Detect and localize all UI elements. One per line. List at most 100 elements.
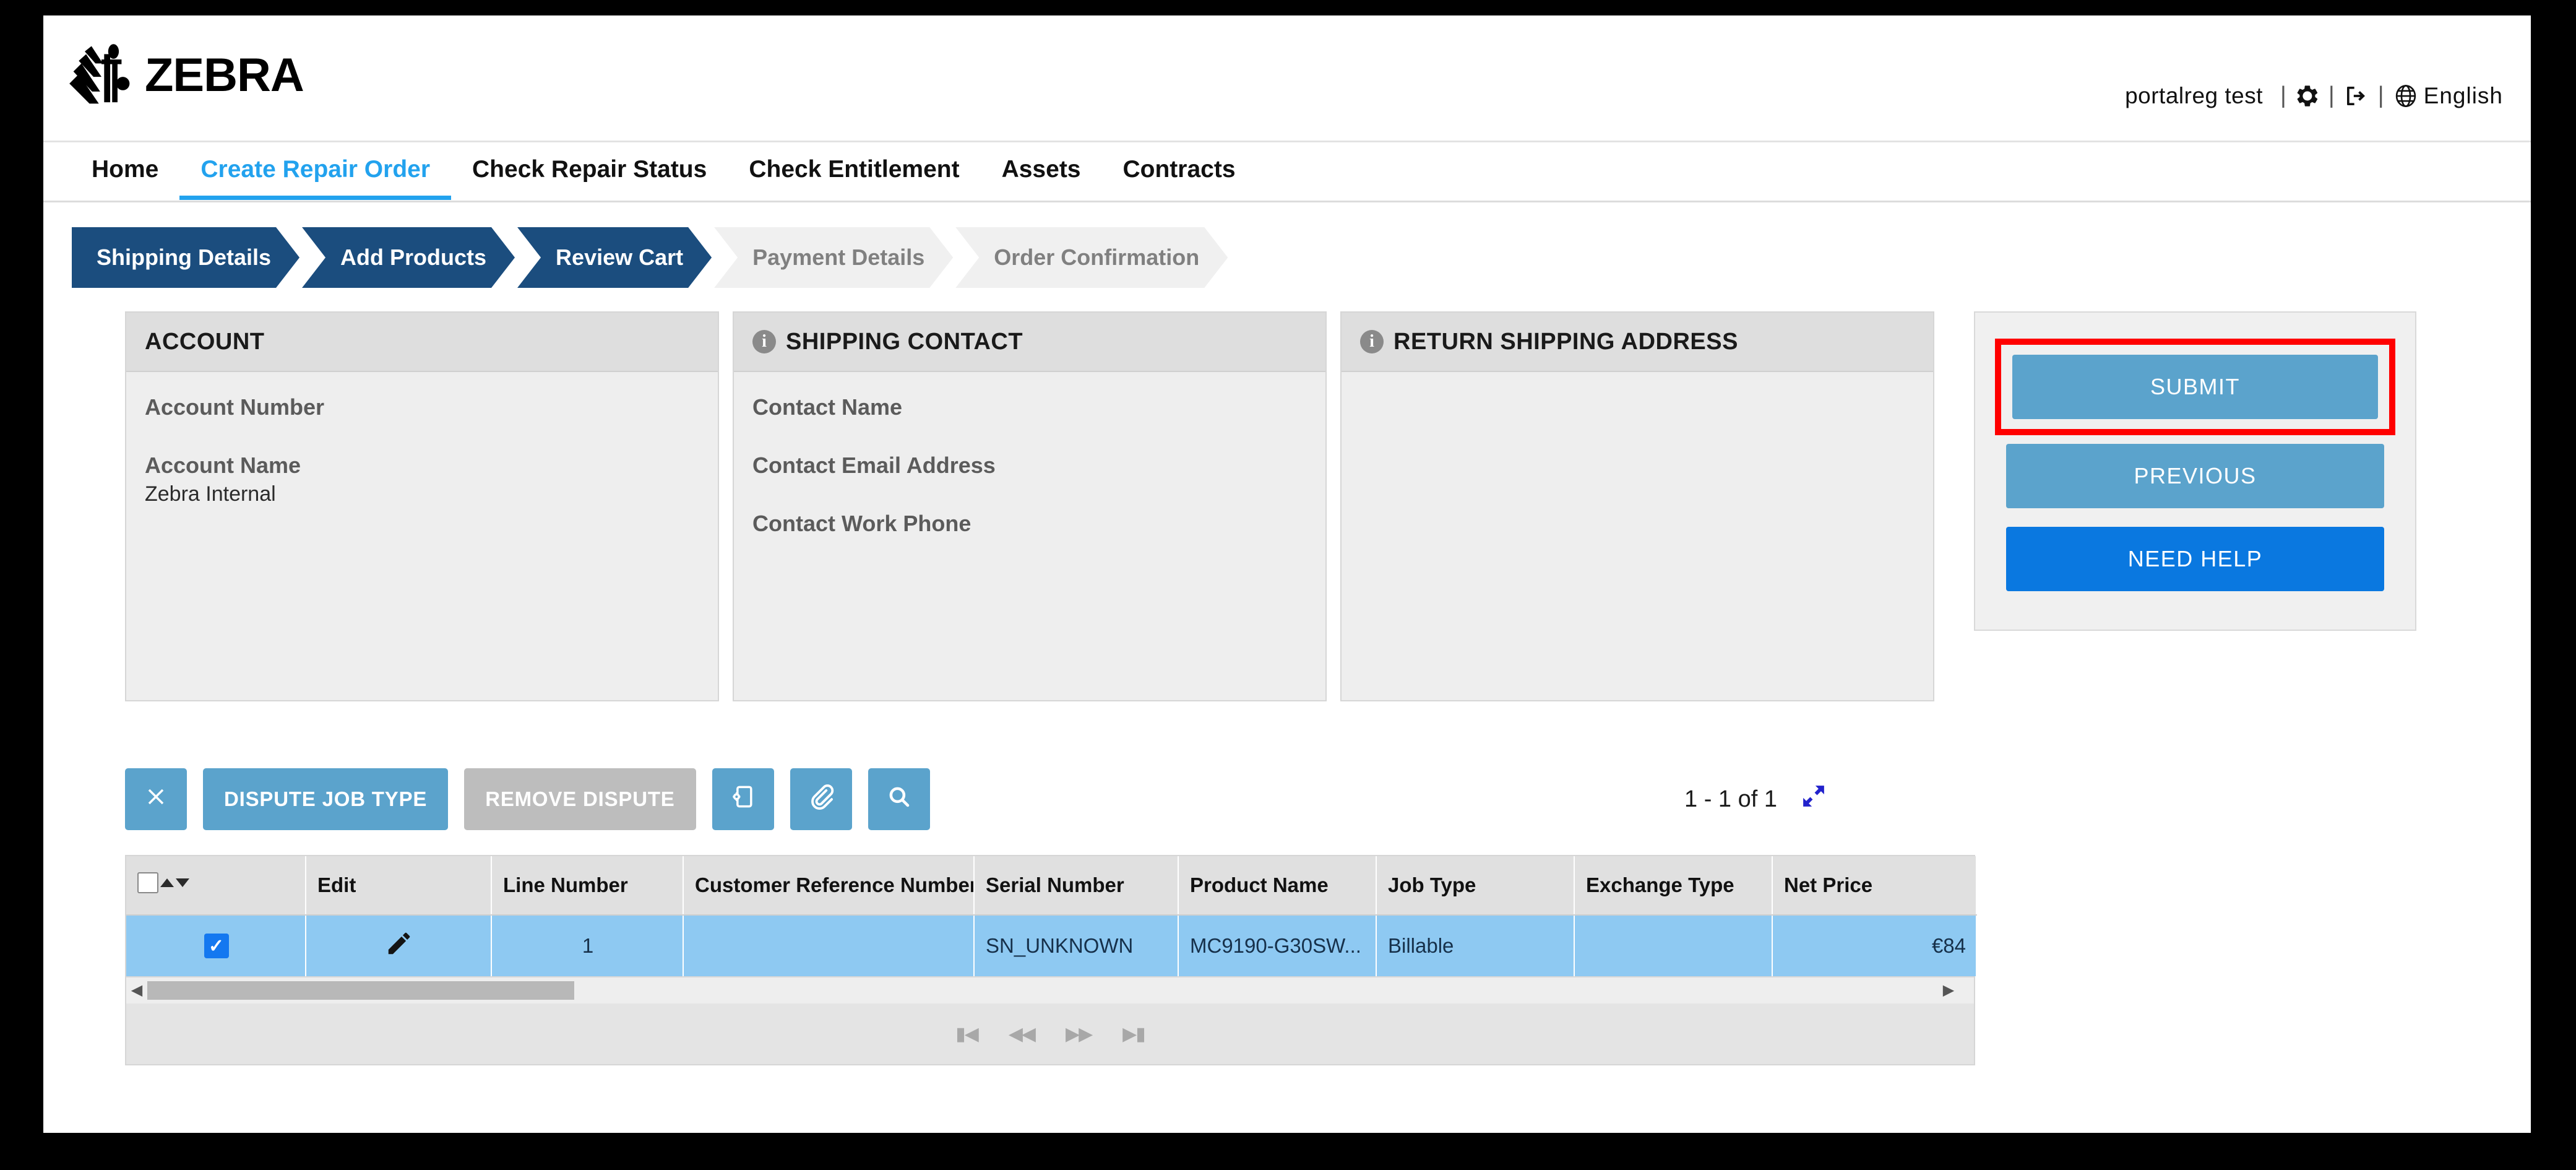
divider: | xyxy=(2377,82,2384,108)
record-count-label: 1 - 1 of 1 xyxy=(1684,786,1777,812)
table-row[interactable]: ✓ 1 SN_UNKNOWN MC9190-G30SW... Billable xyxy=(126,915,1977,976)
row-select-cell[interactable]: ✓ xyxy=(126,915,306,976)
account-panel: ACCOUNT Account Number Account Name Zebr… xyxy=(125,311,719,701)
scroll-left-icon[interactable]: ◀ xyxy=(126,983,147,998)
account-panel-header: ACCOUNT xyxy=(126,313,718,372)
pencil-icon[interactable] xyxy=(385,932,413,962)
contact-work-phone-label: Contact Work Phone xyxy=(752,511,971,536)
account-name-label: Account Name xyxy=(145,453,301,478)
action-button-panel: SUBMIT PREVIOUS NEED HELP xyxy=(1974,311,2416,631)
paperclip-icon xyxy=(808,783,835,815)
step-add-products[interactable]: Add Products xyxy=(302,227,515,288)
page-header: ZEBRA portalreg test | | | English xyxy=(43,15,2531,142)
column-header-net-price[interactable]: Net Price xyxy=(1772,856,1977,916)
info-icon[interactable]: i xyxy=(1360,330,1384,353)
account-number-label: Account Number xyxy=(145,394,325,420)
need-help-button[interactable]: NEED HELP xyxy=(2006,527,2384,591)
nav-item-contracts[interactable]: Contracts xyxy=(1102,142,1257,196)
submit-highlight-box: SUBMIT xyxy=(1995,339,2395,435)
contact-name-field: Contact Name xyxy=(752,394,1307,420)
contact-name-label: Contact Name xyxy=(752,394,903,420)
device-config-icon xyxy=(730,783,757,815)
language-label[interactable]: English xyxy=(2419,83,2503,109)
scrollbar-thumb[interactable] xyxy=(147,981,574,1000)
divider: | xyxy=(2280,82,2286,108)
zebra-logo[interactable]: ZEBRA xyxy=(68,41,304,110)
column-header-serial-number[interactable]: Serial Number xyxy=(974,856,1179,916)
step-review-cart[interactable]: Review Cart xyxy=(517,227,712,288)
username-label: portalreg test xyxy=(2125,82,2264,108)
scrollbar-track[interactable] xyxy=(147,981,1938,1000)
account-panel-body: Account Number Account Name Zebra Intern… xyxy=(126,372,718,700)
horizontal-scrollbar[interactable]: ◀ ▶ xyxy=(126,976,1974,1003)
nav-item-assets[interactable]: Assets xyxy=(981,142,1102,196)
search-button[interactable] xyxy=(868,768,930,830)
remove-dispute-button[interactable]: REMOVE DISPUTE xyxy=(464,768,696,830)
device-config-button[interactable] xyxy=(712,768,774,830)
record-count-area: 1 - 1 of 1 xyxy=(1684,782,1828,817)
divider: | xyxy=(2328,82,2335,108)
dispute-job-type-button[interactable]: DISPUTE JOB TYPE xyxy=(203,768,449,830)
globe-icon[interactable] xyxy=(2393,83,2419,109)
page-last-icon[interactable]: ▶▮ xyxy=(1122,1023,1146,1045)
column-header-job-type[interactable]: Job Type xyxy=(1376,856,1575,916)
submit-button[interactable]: SUBMIT xyxy=(2012,355,2378,419)
page-next-icon[interactable]: ▶▶ xyxy=(1066,1023,1093,1045)
select-all-checkbox[interactable] xyxy=(137,872,158,893)
row-exchange-type xyxy=(1574,915,1773,976)
row-checkbox[interactable]: ✓ xyxy=(204,934,229,959)
row-edit-cell[interactable] xyxy=(306,915,492,976)
search-icon xyxy=(886,784,912,815)
column-header-select[interactable] xyxy=(126,856,306,916)
row-line-number: 1 xyxy=(491,915,684,976)
step-payment-details: Payment Details xyxy=(714,227,953,288)
page-first-icon[interactable]: ▮◀ xyxy=(955,1023,979,1045)
brand-name: ZEBRA xyxy=(145,49,304,102)
info-icon[interactable]: i xyxy=(752,330,776,353)
account-name-value: Zebra Internal xyxy=(145,482,276,506)
grid-toolbar: DISPUTE JOB TYPE REMOVE DISPUTE 1 - 1 of… xyxy=(125,768,2531,830)
step-shipping-details[interactable]: Shipping Details xyxy=(72,227,299,288)
attachment-button[interactable] xyxy=(790,768,852,830)
account-panel-title: ACCOUNT xyxy=(145,328,265,355)
contact-work-phone-field: Contact Work Phone xyxy=(752,511,1307,537)
column-header-line-number[interactable]: Line Number xyxy=(491,856,684,916)
table-pagination: ▮◀ ◀◀ ▶▶ ▶▮ xyxy=(126,1003,1974,1064)
caret-down-icon[interactable] xyxy=(176,878,189,887)
nav-item-check-entitlement[interactable]: Check Entitlement xyxy=(728,142,980,196)
return-shipping-address-panel-body xyxy=(1342,372,1933,700)
shipping-contact-panel-header: i SHIPPING CONTACT xyxy=(734,313,1325,372)
column-header-product-name[interactable]: Product Name xyxy=(1178,856,1377,916)
nav-item-check-repair-status[interactable]: Check Repair Status xyxy=(451,142,728,196)
table-header-row: Edit Line Number Customer Reference Numb… xyxy=(126,856,1977,916)
checkout-step-indicator: Shipping Details Add Products Review Car… xyxy=(72,227,2531,288)
account-name-field: Account Name Zebra Internal xyxy=(145,453,699,506)
gear-icon[interactable] xyxy=(2295,84,2320,108)
nav-item-home[interactable]: Home xyxy=(71,142,179,196)
row-serial-number: SN_UNKNOWN xyxy=(974,915,1179,976)
account-number-field: Account Number xyxy=(145,394,699,420)
app-window: ZEBRA portalreg test | | | English Home … xyxy=(43,15,2531,1133)
caret-up-icon[interactable] xyxy=(160,878,174,887)
step-order-confirmation: Order Confirmation xyxy=(955,227,1228,288)
shipping-contact-panel: i SHIPPING CONTACT Contact Name Contact … xyxy=(733,311,1327,701)
row-customer-reference-number xyxy=(683,915,975,976)
summary-panels: ACCOUNT Account Number Account Name Zebr… xyxy=(125,311,2531,701)
return-shipping-address-panel-title: RETURN SHIPPING ADDRESS xyxy=(1394,328,1738,355)
expand-diagonal-icon[interactable] xyxy=(1799,782,1828,817)
row-job-type: Billable xyxy=(1376,915,1575,976)
contact-email-label: Contact Email Address xyxy=(752,453,996,478)
column-header-customer-reference-number[interactable]: Customer Reference Number xyxy=(683,856,975,916)
column-header-exchange-type[interactable]: Exchange Type xyxy=(1574,856,1773,916)
scroll-right-icon[interactable]: ▶ xyxy=(1938,983,1959,998)
page-prev-icon[interactable]: ◀◀ xyxy=(1009,1023,1036,1045)
previous-button[interactable]: PREVIOUS xyxy=(2006,444,2384,508)
close-button[interactable] xyxy=(125,768,187,830)
logout-icon[interactable] xyxy=(2343,84,2369,108)
row-net-price: €84 xyxy=(1772,915,1977,976)
shipping-contact-panel-body: Contact Name Contact Email Address Conta… xyxy=(734,372,1325,700)
column-header-edit[interactable]: Edit xyxy=(306,856,492,916)
zebra-stripes-logo-icon xyxy=(69,44,130,104)
main-navigation: Home Create Repair Order Check Repair St… xyxy=(43,142,2531,202)
nav-item-create-repair-order[interactable]: Create Repair Order xyxy=(179,142,452,200)
